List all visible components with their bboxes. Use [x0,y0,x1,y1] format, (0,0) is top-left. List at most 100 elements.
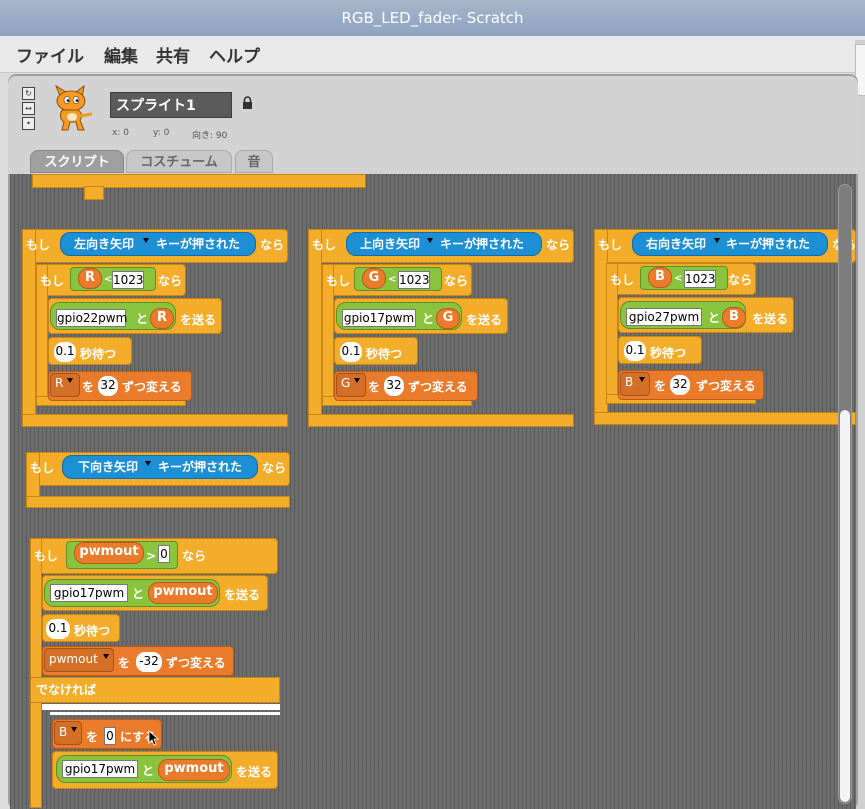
var-pwmout-label[interactable]: pwmout [49,652,98,666]
chevron-down-icon[interactable] [639,377,645,382]
partial-block[interactable] [32,174,366,188]
var-g[interactable]: G [362,268,386,289]
sprite-name-field[interactable]: スプライト1 [110,92,232,118]
key-up-label[interactable]: 上向き矢印 [360,237,420,251]
chevron-down-icon[interactable] [354,378,360,383]
tab-sounds[interactable]: 音 [235,150,273,173]
menu-share[interactable]: 共有 [156,42,190,67]
wo-label: を [368,380,381,394]
window-title: RGB_LED_fader- Scratch [0,0,865,36]
var-b-label[interactable]: B [59,725,67,739]
chevron-down-icon[interactable] [145,461,151,466]
scrollbar-thumb[interactable] [840,410,850,802]
var-pwmout[interactable]: pwmout [148,582,218,604]
if-down-label: もし [30,461,55,475]
to-label: と [142,764,155,778]
gpio22-input[interactable]: gpio22pwm [56,309,127,327]
then-label: なら [158,274,183,288]
script-area[interactable]: もし 左向き矢印 キーが押された なら もし R < 1023 なら gpio2… [10,174,856,809]
mouse-cursor-icon [148,730,160,746]
var-r-label[interactable]: R [55,376,63,390]
var-r[interactable]: R [150,308,174,329]
wait-value[interactable]: 0.1 [624,341,646,361]
if-left-arm [22,229,36,427]
rotate-all-icon[interactable]: ↻ [22,87,35,100]
send-label: を送る [224,588,261,602]
if-up-arm [308,229,322,427]
send-label: を送る [236,765,273,779]
key-pressed-label: キーが押された [156,237,241,251]
chevron-down-icon[interactable] [143,238,149,243]
var-b[interactable]: B [722,307,746,328]
value-zero[interactable]: 0 [158,545,170,563]
value-1023[interactable]: 1023 [112,271,144,289]
var-b[interactable]: B [648,267,672,288]
var-pwmout[interactable]: pwmout [158,759,230,781]
menu-bar: ファイル 編集 共有 ヘルプ [0,36,865,73]
then-label: なら [728,273,753,287]
change-label: ずつ変える [408,380,468,394]
chevron-down-icon[interactable] [427,238,433,243]
then-label: なら [260,238,285,252]
if-left-label: もし [26,238,51,252]
change-label: ずつ変える [122,380,182,394]
then-label: なら [182,549,207,563]
chevron-down-icon[interactable] [103,654,109,659]
if-up-footer [308,414,574,427]
gpio17-input[interactable]: gpio17pwm [342,309,416,327]
var-r[interactable]: R [78,268,102,289]
wo-label: を [86,730,99,744]
wait-value[interactable]: 0.1 [46,619,70,639]
wait-label: 秒待つ [366,347,403,361]
wait-label: 秒待つ [650,346,687,360]
change-value[interactable]: -32 [136,652,162,672]
change-label: ずつ変える [166,656,226,670]
tab-costumes[interactable]: コスチューム [126,150,232,173]
value-1023[interactable]: 1023 [684,270,716,288]
to-label: と [132,587,145,601]
if-pwm-arm [30,538,42,808]
gpio17-input[interactable]: gpio17pwm [50,584,128,602]
chevron-down-icon[interactable] [714,238,720,243]
wo-label: を [82,380,95,394]
var-b-label[interactable]: B [625,375,633,389]
menu-file[interactable]: ファイル [16,42,84,67]
lock-icon[interactable] [242,96,253,110]
gpio27-input[interactable]: gpio27pwm [626,308,702,326]
gpio17-input[interactable]: gpio17pwm [62,760,138,778]
send-label: を送る [180,313,217,327]
value-1023[interactable]: 1023 [398,271,430,289]
flip-left-right-icon[interactable]: ↔ [22,102,35,115]
chevron-down-icon[interactable] [71,727,77,732]
chevron-down-icon[interactable] [67,378,73,383]
set-value[interactable]: 0 [104,727,116,745]
change-value[interactable]: 32 [670,375,690,395]
change-value[interactable]: 32 [98,376,118,396]
lt-symbol: < [674,273,683,284]
gt-symbol: > [146,549,157,563]
wait-value[interactable]: 0.1 [340,342,362,362]
menu-edit[interactable]: 編集 [104,42,138,67]
wo-label: を [118,656,131,670]
key-pressed-label: キーが押された [440,237,525,251]
if-up-label: もし [312,238,337,252]
if-g-label: もし [326,274,351,288]
var-g-label[interactable]: G [341,376,350,390]
if-right-footer [594,412,856,425]
if-pwm-label: もし [34,549,59,563]
key-left-label[interactable]: 左向き矢印 [74,237,134,251]
tab-scripts[interactable]: スクリプト [30,150,124,173]
key-down-label[interactable]: 下向き矢印 [78,460,138,474]
wait-value[interactable]: 0.1 [54,342,76,362]
if-left-footer [22,414,288,427]
menu-help[interactable]: ヘルプ [209,42,260,67]
var-pwmout[interactable]: pwmout [74,542,144,564]
no-rotate-icon[interactable]: • [22,117,35,130]
else-label: でなければ [36,683,97,697]
key-right-label[interactable]: 右向き矢印 [646,237,706,251]
var-g[interactable]: G [436,308,460,329]
change-value[interactable]: 32 [384,376,404,396]
then-label: なら [262,461,287,475]
sprite-x: x: 0 [112,128,129,138]
key-pressed-label: キーが押された [158,460,243,474]
